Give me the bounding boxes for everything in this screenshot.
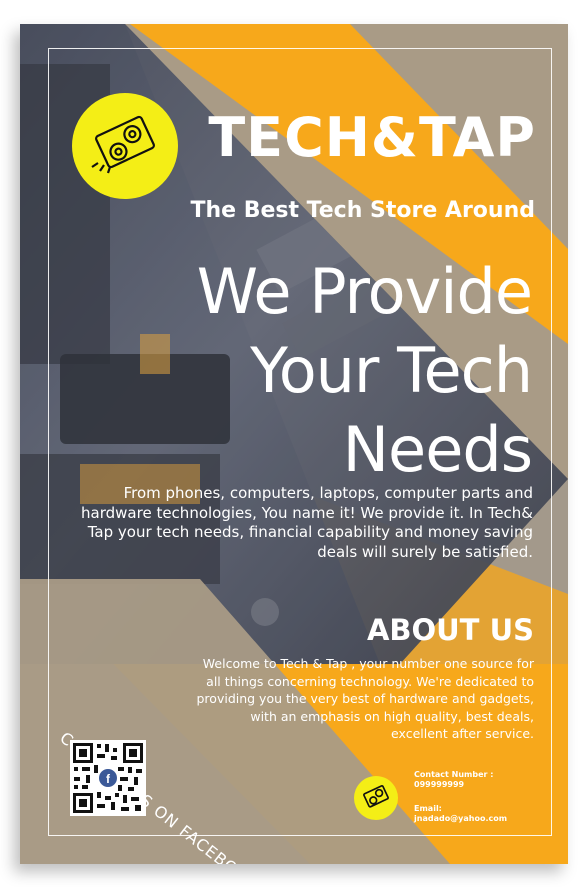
email-address[interactable]: jnadado@yahoo.com: [414, 814, 534, 824]
headline: We Provide Your Tech Needs: [120, 252, 533, 489]
brand-logo: [72, 93, 178, 199]
small-brand-logo: [354, 776, 398, 820]
contact-number-label: Contact Number :: [414, 770, 494, 779]
contact-number[interactable]: 099999999: [414, 780, 534, 790]
contact-details: Contact Number : 099999999 Email: jnadad…: [414, 770, 534, 824]
poster: TECH&TAP The Best Tech Store Around We P…: [20, 24, 568, 864]
headline-line-1: We Provide: [196, 255, 533, 328]
about-body: Welcome to Tech & Tap , your number one …: [196, 656, 535, 741]
brand-name: TECH&TAP: [208, 106, 536, 169]
headline-line-2: Your Tech: [250, 334, 533, 407]
facebook-qr-code[interactable]: f: [70, 740, 146, 816]
intro-paragraph: From phones, computers, laptops, compute…: [81, 484, 533, 561]
about-title: ABOUT US: [366, 613, 534, 647]
graphics-card-icon: [91, 115, 155, 174]
brand-tagline: The Best Tech Store Around: [190, 198, 535, 223]
email-label: Email:: [414, 804, 442, 813]
headline-line-3: Needs: [342, 413, 533, 486]
graphics-card-icon: [363, 785, 389, 808]
